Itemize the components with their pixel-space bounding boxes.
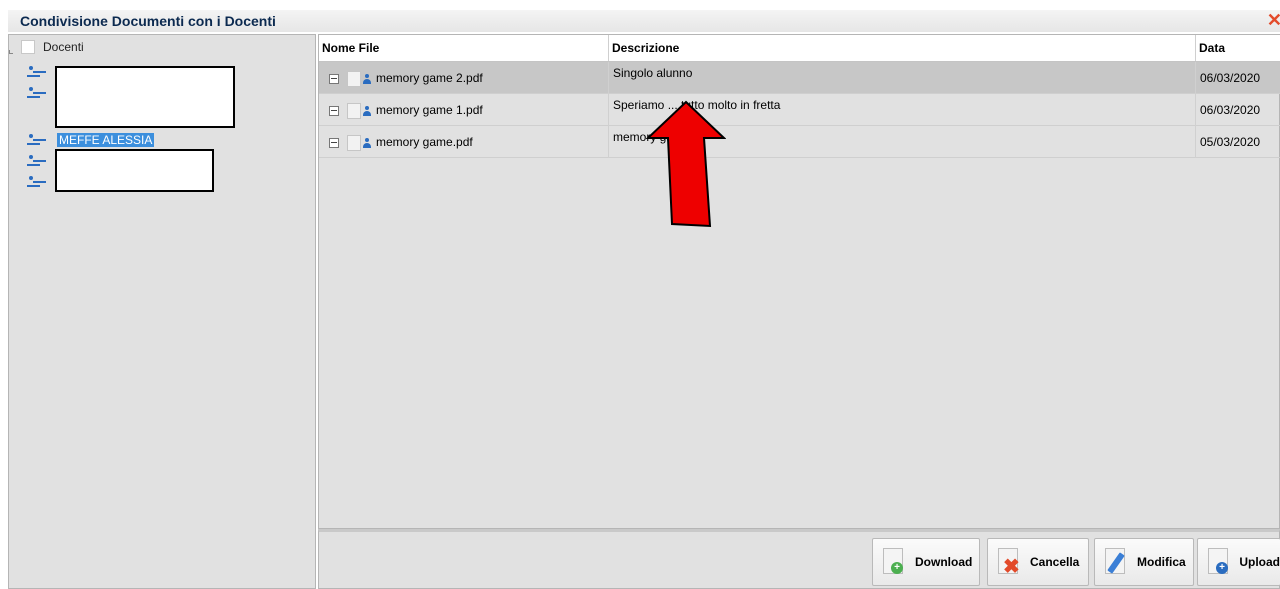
- delete-icon: ✖: [998, 548, 1022, 577]
- file-cell: memory game 2.pdf: [319, 62, 609, 94]
- window-title: Condivisione Documenti con i Docenti: [8, 10, 1280, 32]
- upload-button[interactable]: + Upload: [1197, 538, 1280, 586]
- documents-grid: Nome File Descrizione Data memory game 2…: [318, 34, 1280, 529]
- download-label: Download: [915, 555, 973, 569]
- date-cell: 06/03/2020: [1200, 103, 1261, 117]
- collapse-icon[interactable]: [329, 73, 339, 84]
- modifica-label: Modifica: [1137, 555, 1186, 569]
- column-header-date[interactable]: Data: [1196, 35, 1280, 61]
- document-icon: [347, 134, 361, 151]
- grid-header: Nome File Descrizione Data: [319, 35, 1280, 62]
- tree-collapse-icon[interactable]: [9, 42, 19, 54]
- tree-item-teacher-5[interactable]: [27, 173, 41, 191]
- teacher-icon: [27, 175, 41, 189]
- close-icon[interactable]: ✕: [1267, 10, 1280, 30]
- file-cell: memory game 1.pdf: [319, 94, 609, 126]
- teacher-icon: [27, 154, 41, 168]
- teacher-icon: [27, 133, 41, 147]
- file-cell: memory game.pdf: [319, 126, 609, 158]
- redaction-box: [55, 149, 214, 192]
- tree-item-teacher-2[interactable]: [27, 84, 41, 102]
- tree-item-teacher-1[interactable]: [27, 63, 41, 81]
- file-name: memory game 1.pdf: [376, 103, 483, 117]
- collapse-icon[interactable]: [329, 137, 339, 148]
- column-header-filename[interactable]: Nome File: [319, 35, 609, 61]
- teacher-icon: [27, 86, 41, 100]
- arrow-shape: [646, 100, 726, 228]
- person-icon: [363, 73, 371, 84]
- collapse-icon[interactable]: [329, 105, 339, 116]
- table-row[interactable]: memory game 2.pdf Singolo alunno 06/03/2…: [319, 62, 1280, 94]
- tree-item-teacher-selected[interactable]: MEFFE ALESSIA: [27, 131, 155, 149]
- tree-root-docenti[interactable]: Docenti: [9, 37, 84, 57]
- upload-icon: +: [1208, 548, 1231, 576]
- window-titlebar: Condivisione Documenti con i Docenti ✕: [0, 0, 1280, 32]
- cancella-button[interactable]: ✖ Cancella: [987, 538, 1089, 586]
- red-arrow-annotation: [646, 100, 726, 228]
- file-name: memory game 2.pdf: [376, 71, 483, 85]
- teachers-tree-panel: Docenti MEFFE ALESSIA: [8, 34, 316, 589]
- upload-label: Upload: [1239, 555, 1280, 569]
- tree-item-teacher-4[interactable]: [27, 152, 41, 170]
- file-name: memory game.pdf: [376, 135, 473, 149]
- tree-root-label: Docenti: [43, 40, 84, 54]
- edit-icon: [1105, 548, 1129, 576]
- person-icon: [363, 137, 371, 148]
- download-icon: +: [883, 548, 907, 576]
- folder-icon: [21, 40, 35, 54]
- modifica-button[interactable]: Modifica: [1094, 538, 1194, 586]
- redaction-box: [55, 66, 235, 128]
- action-toolbar: + Download ✖ Cancella Modifica + Upload: [318, 529, 1280, 589]
- date-cell: 06/03/2020: [1200, 71, 1261, 85]
- selected-teacher-label[interactable]: MEFFE ALESSIA: [57, 133, 155, 147]
- download-button[interactable]: + Download: [872, 538, 980, 586]
- table-row[interactable]: memory game.pdf memory ga... 05/03/2020: [319, 126, 1280, 158]
- document-icon: [347, 70, 361, 87]
- person-icon: [363, 105, 371, 116]
- teacher-icon: [27, 65, 41, 79]
- description-cell: Singolo alunno: [609, 62, 1196, 94]
- cancella-label: Cancella: [1030, 555, 1080, 569]
- date-cell: 05/03/2020: [1200, 135, 1261, 149]
- document-icon: [347, 102, 361, 119]
- table-row[interactable]: memory game 1.pdf Speriamo ... tutto mol…: [319, 94, 1280, 126]
- column-header-description[interactable]: Descrizione: [609, 35, 1196, 61]
